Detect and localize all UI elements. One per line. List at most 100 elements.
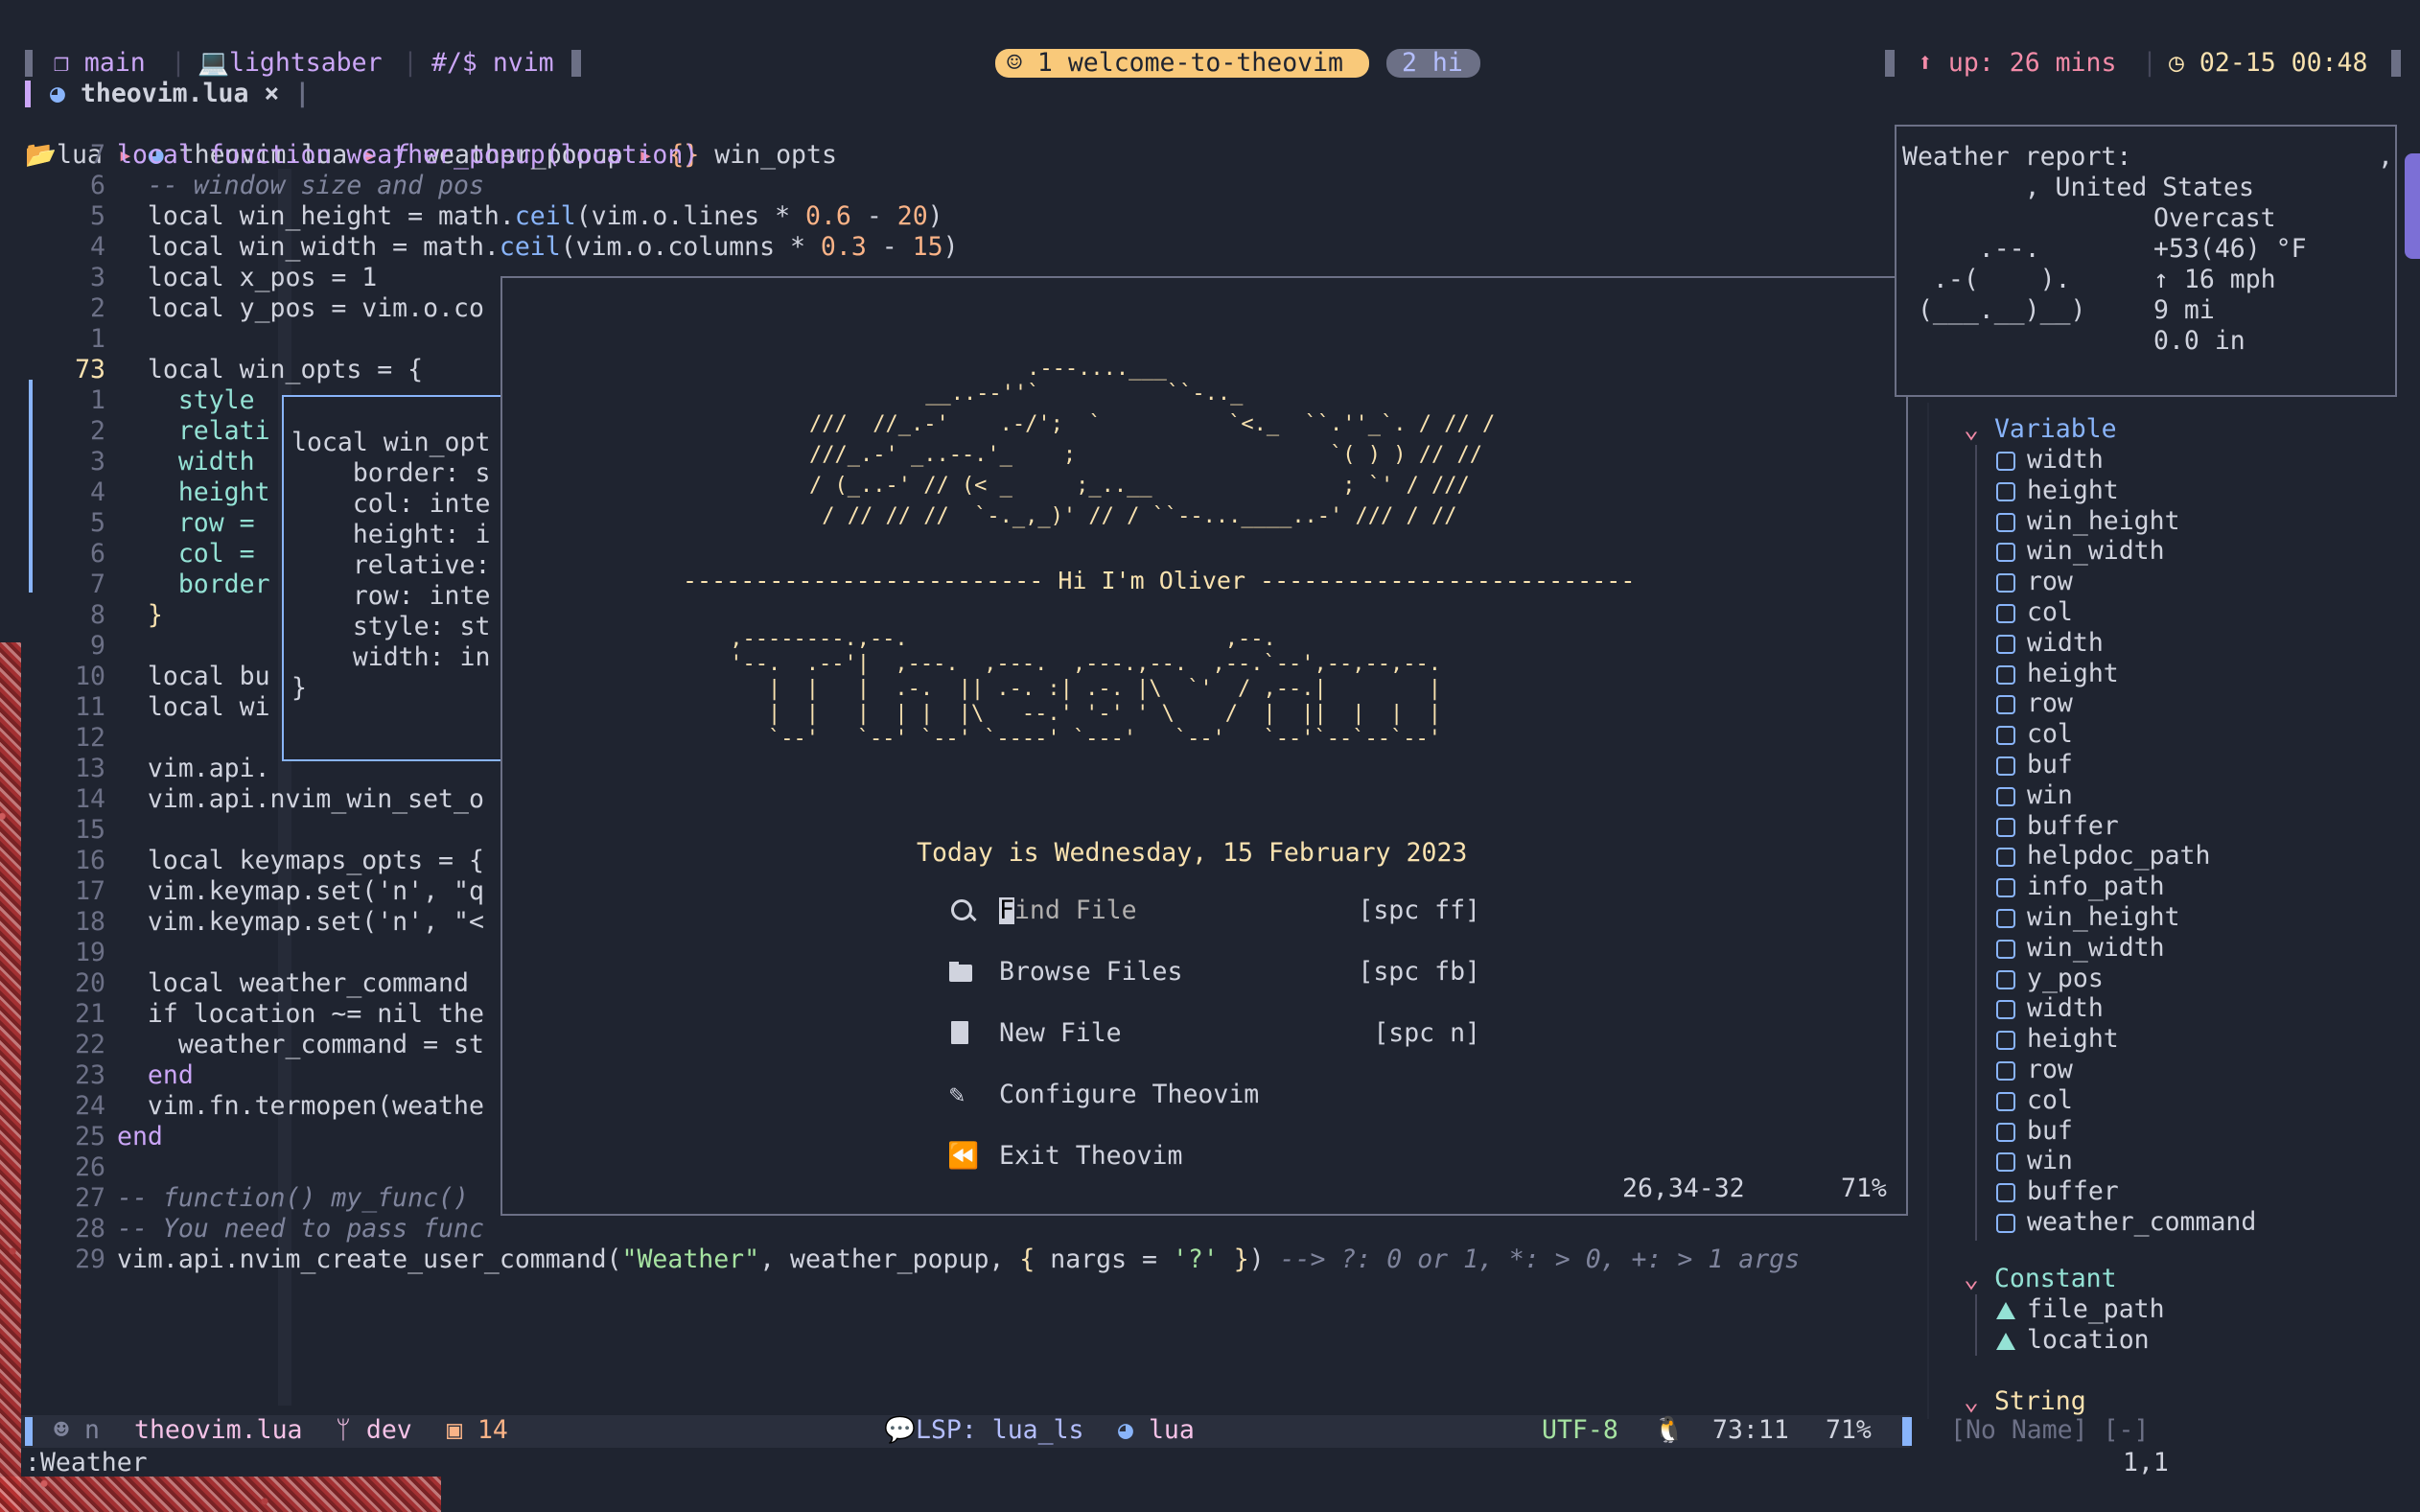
code-line: local bu — [117, 662, 270, 691]
outline-variable-item[interactable]: win — [1996, 780, 2073, 811]
outline-variable-item[interactable]: y_pos — [1996, 964, 2104, 994]
outline-variable-item[interactable]: info_path — [1996, 872, 2165, 902]
outline-item-label: height — [2027, 658, 2119, 688]
tmux-session[interactable]: ❐ main — [54, 48, 146, 79]
outline-variable-item[interactable]: win_width — [1996, 933, 2165, 964]
outline-variable-item[interactable]: win — [1996, 1146, 2073, 1176]
item-label: Find File — [999, 896, 1137, 925]
item-label: New File — [999, 1018, 1122, 1048]
dashboard-item-find-file[interactable]: Find File [spc ff] — [943, 896, 1480, 926]
variable-icon — [1996, 634, 2015, 654]
outline-variable-item[interactable]: buf — [1996, 750, 2073, 780]
code-line: end — [117, 1060, 194, 1090]
variable-icon — [1996, 817, 2015, 837]
outline-variable-item[interactable]: width — [1996, 628, 2104, 659]
outline-constant-item[interactable]: location — [1996, 1325, 2150, 1356]
code-token: '?' — [1172, 1244, 1219, 1274]
code-token: vim.api.nvim_create_user_command( — [117, 1244, 622, 1274]
lua-icon: ◕ — [1118, 1415, 1133, 1445]
outline-variable-item[interactable]: row — [1996, 688, 2073, 719]
logo-text-line: | | | .-. || .-. :| .-. |\ `' / ,--.| | — [717, 677, 1441, 701]
linux-icon: 🐧 — [1653, 1415, 1685, 1445]
outline-variable-item[interactable]: width — [1996, 445, 2104, 476]
outline-variable-item[interactable]: buffer — [1996, 1176, 2119, 1207]
code-line: style — [117, 385, 255, 415]
hover-line: border: s — [291, 458, 491, 488]
variable-icon — [1996, 878, 2015, 898]
variable-icon — [1996, 481, 2015, 501]
hover-doc-popup[interactable]: local win_opt border: s col: inte height… — [282, 395, 514, 761]
cmdline[interactable]: :Weather — [25, 1448, 148, 1478]
outline-group-string[interactable]: ⌄ String — [1964, 1386, 2086, 1417]
statusline-errors[interactable]: ▣ 14 — [447, 1415, 508, 1446]
search-icon — [951, 899, 972, 920]
hover-line: local win_opt — [291, 428, 491, 457]
line-number: 17 — [75, 876, 105, 906]
code-line: local x_pos = 1 — [117, 263, 378, 292]
weather-window[interactable]: Weather report: , , United States .--. .… — [1895, 125, 2397, 397]
line-number: 27 — [75, 1183, 105, 1213]
variable-icon — [1996, 604, 2015, 623]
code-line: vim.keymap.set('n', "q — [117, 876, 484, 906]
branch-icon: ᛘ — [336, 1415, 351, 1445]
outline-group-constant[interactable]: ⌄ Constant — [1964, 1264, 2117, 1294]
statusline-noname: [No Name] [-] — [1950, 1415, 2150, 1445]
outline-variable-item[interactable]: height — [1996, 1024, 2119, 1055]
variable-icon — [1996, 969, 2015, 989]
statusline-lsp[interactable]: 💬LSP: lua_ls — [884, 1415, 1084, 1446]
variable-icon — [1996, 573, 2015, 593]
outline-variable-item[interactable]: win_width — [1996, 536, 2165, 567]
variable-icon — [1996, 543, 2015, 563]
outline-variable-item[interactable]: col — [1996, 719, 2073, 750]
outline-variable-item[interactable]: height — [1996, 476, 2119, 506]
outline-item-label: height — [2027, 475, 2119, 505]
cmdline-position: 1,1 — [2123, 1448, 2169, 1477]
statusline-mode-text: n — [83, 1415, 100, 1445]
statusline-mode-bar — [25, 1417, 33, 1446]
outline-variable-item[interactable]: row — [1996, 567, 2073, 597]
code-line: row = — [117, 508, 255, 538]
outline-group-label: Constant — [1993, 1264, 2117, 1293]
statusline-filetype-text: lua — [1148, 1415, 1195, 1445]
code-line: local wi — [117, 692, 270, 722]
outline-variable-item[interactable]: row — [1996, 1055, 2073, 1085]
outline-variable-item[interactable]: win_height — [1996, 506, 2180, 537]
weather-precip: 0.0 in — [2153, 326, 2245, 356]
dashboard-item-exit[interactable]: ⏪ Exit Theovim — [943, 1141, 1480, 1172]
outline-variable-item[interactable]: height — [1996, 659, 2119, 689]
tmux-uptime-text: up: 26 mins — [1947, 48, 2117, 78]
outline-sidebar[interactable]: ⌄ Variable width height win_height win_widt… — [1927, 403, 2408, 1419]
line-number: 14 — [75, 784, 105, 814]
outline-variable-item[interactable]: col — [1996, 597, 2073, 628]
code-line-current: local win_opts = { — [117, 355, 424, 384]
wallpaper-noise-left — [0, 642, 21, 1512]
line-number: 4 — [90, 232, 105, 262]
outline-variable-item[interactable]: weather_command — [1996, 1207, 2256, 1238]
code-line: weather_command = st — [117, 1030, 484, 1059]
statusline-file[interactable]: theovim.lua — [134, 1415, 303, 1446]
tab-theovim-lua[interactable]: ◕ theovim.lua × | — [50, 79, 310, 109]
tab-close-icon[interactable]: × — [264, 79, 279, 108]
outline-variable-item[interactable]: col — [1996, 1085, 2073, 1116]
code-line: local win_width = math.ceil(vim.o.column… — [117, 232, 959, 263]
variable-icon — [1996, 1091, 2015, 1111]
outline-variable-item[interactable]: buffer — [1996, 811, 2119, 842]
wallpaper-noise-bottom — [0, 1477, 441, 1512]
item-keybind: [spc ff] — [1358, 896, 1480, 925]
code-line: local weather_command — [117, 968, 469, 998]
dashboard-window[interactable]: .---....___ __..--''` ``-.._ /// //_.-' … — [500, 276, 1908, 1216]
outline-constant-item[interactable]: file_path — [1996, 1294, 2165, 1325]
outline-group-variable[interactable]: ⌄ Variable — [1964, 414, 2117, 445]
statusline-branch[interactable]: ᛘ dev — [336, 1415, 412, 1446]
code-token: ) — [1248, 1244, 1265, 1274]
outline-variable-item[interactable]: width — [1996, 993, 2104, 1024]
code-token: ) — [942, 232, 959, 262]
outline-variable-item[interactable]: helpdoc_path — [1996, 841, 2210, 872]
outline-variable-item[interactable]: buf — [1996, 1116, 2073, 1147]
code-token: 0.3 — [820, 232, 867, 262]
outline-variable-item[interactable]: win_height — [1996, 902, 2180, 933]
dashboard-item-new-file[interactable]: New File [spc n] — [943, 1018, 1480, 1049]
dashboard-item-configure[interactable]: ✎ Configure Theovim — [943, 1080, 1480, 1110]
code-token: local win_width = math. — [117, 232, 500, 262]
dashboard-item-browse-files[interactable]: Browse Files [spc fb] — [943, 957, 1480, 988]
